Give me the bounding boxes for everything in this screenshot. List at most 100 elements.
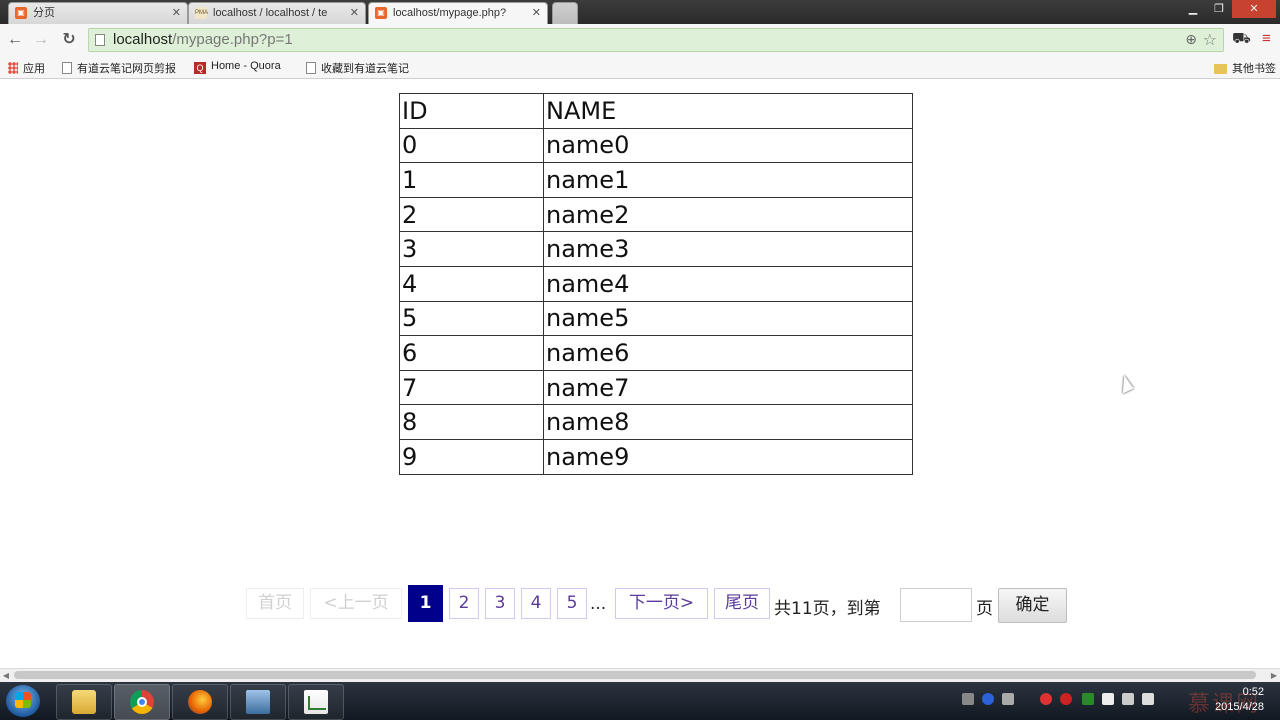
page-link-4[interactable]: 4: [521, 588, 551, 619]
window-controls: ▁ ❐ ✕: [1180, 0, 1276, 18]
extension-icon[interactable]: ⛟: [1232, 30, 1251, 49]
new-tab-button[interactable]: [552, 2, 578, 24]
flag-icon[interactable]: [1102, 693, 1114, 705]
folder-icon: [72, 690, 96, 714]
scrollbar-thumb[interactable]: [14, 671, 1256, 679]
taskbar-remote-desktop[interactable]: [230, 684, 286, 720]
url-text: localhost/mypage.php?p=1: [113, 31, 293, 48]
cell-name: name1: [543, 162, 913, 198]
bookmark-quora[interactable]: Q Home - Quora: [194, 60, 281, 74]
cell-id: 3: [399, 231, 544, 267]
tab-phpmyadmin[interactable]: PMA localhost / localhost / te ✕: [188, 2, 366, 24]
taskbar: 慕课网 0:52 2015/4/28: [0, 682, 1280, 720]
app-tray-icon[interactable]: [1082, 693, 1094, 705]
tab-mypage[interactable]: ▣ localhost/mypage.php? ✕: [368, 2, 548, 24]
cell-id: 1: [399, 162, 544, 198]
address-bar[interactable]: localhost/mypage.php?p=1 ⊕ ☆: [88, 28, 1224, 52]
taskbar-explorer[interactable]: [56, 684, 112, 720]
table-row: 5 name5: [399, 300, 913, 337]
other-bookmarks[interactable]: 其他书签: [1214, 60, 1276, 76]
cell-name: name8: [543, 404, 913, 440]
tab-title: localhost / localhost / te: [213, 7, 328, 19]
volume-icon[interactable]: [1142, 693, 1154, 705]
star-icon[interactable]: ☆: [1203, 30, 1217, 50]
page-icon: [95, 34, 105, 46]
horizontal-scrollbar[interactable]: ◀ ▶: [0, 668, 1280, 682]
chart-icon: [304, 690, 328, 714]
help-icon[interactable]: [982, 693, 994, 705]
scroll-left-icon[interactable]: ◀: [0, 669, 12, 682]
cell-id: 7: [399, 369, 544, 406]
taskbar-firefox[interactable]: [172, 684, 228, 720]
bookmarks-bar: 应用 有道云笔记网页剪报 Q Home - Quora 收藏到有道云笔记 其他书签: [0, 56, 1280, 79]
header-name: NAME: [543, 93, 913, 129]
current-page: 1: [408, 585, 443, 622]
start-button[interactable]: [6, 685, 40, 717]
table-row: 7 name7: [399, 369, 913, 406]
browser-titlebar: ▣ 分页 ✕ PMA localhost / localhost / te ✕ …: [0, 0, 1280, 24]
system-tray: 慕课网 0:52 2015/4/28: [950, 682, 1280, 720]
cell-id: 8: [399, 404, 544, 440]
zoom-icon[interactable]: ⊕: [1185, 31, 1197, 48]
last-page-link[interactable]: 尾页: [714, 588, 770, 619]
pen-icon[interactable]: [1002, 693, 1014, 705]
jump-page-input[interactable]: [900, 588, 972, 622]
cell-name: name4: [543, 265, 913, 302]
record-icon[interactable]: [1040, 693, 1052, 705]
window-close-icon[interactable]: ✕: [1232, 0, 1276, 18]
confirm-button[interactable]: 确定: [998, 588, 1067, 623]
first-page-link: 首页: [246, 588, 304, 619]
table-row: 2 name2: [399, 196, 913, 233]
tab-title: localhost/mypage.php?: [393, 7, 507, 19]
forward-icon[interactable]: →: [30, 29, 52, 51]
pager-ellipsis: ...: [590, 594, 607, 614]
cell-name: name7: [543, 369, 913, 406]
tab-fenye[interactable]: ▣ 分页 ✕: [8, 2, 188, 24]
close-icon[interactable]: ✕: [172, 3, 181, 23]
close-icon[interactable]: ✕: [532, 3, 541, 23]
cell-name: name6: [543, 335, 913, 371]
next-page-link[interactable]: 下一页>: [615, 588, 708, 619]
header-id: ID: [399, 93, 544, 129]
keyboard-icon[interactable]: [962, 693, 974, 705]
apps-grid-icon: [8, 62, 18, 74]
cell-id: 6: [399, 335, 544, 371]
cell-id: 9: [399, 438, 544, 475]
prev-page-link: <上一页: [310, 588, 402, 619]
cell-name: name0: [543, 127, 913, 164]
security-icon[interactable]: [1060, 693, 1072, 705]
page-link-2[interactable]: 2: [449, 588, 479, 619]
bookmark-youdao-save[interactable]: 收藏到有道云笔记: [306, 60, 409, 76]
scroll-right-icon[interactable]: ▶: [1268, 669, 1280, 682]
table-row: 6 name6: [399, 335, 913, 371]
clock-time: 0:52: [1242, 686, 1264, 698]
table-row: 3 name3: [399, 231, 913, 267]
bookmark-youdao-clip[interactable]: 有道云笔记网页剪报: [62, 60, 176, 76]
cell-id: 5: [399, 300, 544, 337]
cell-name: name5: [543, 300, 913, 337]
menu-icon[interactable]: ≡: [1262, 30, 1271, 47]
back-icon[interactable]: ←: [4, 29, 26, 51]
taskbar-chrome[interactable]: [114, 684, 170, 720]
phpmyadmin-icon: PMA: [195, 7, 208, 19]
maximize-icon[interactable]: ❐: [1206, 0, 1232, 18]
chrome-icon: [130, 690, 154, 714]
html-page-icon: ▣: [375, 7, 387, 19]
clock[interactable]: 0:52 2015/4/28: [1215, 685, 1264, 715]
cell-id: 0: [399, 127, 544, 164]
page-icon: [306, 62, 316, 74]
taskbar-chart-app[interactable]: [288, 684, 344, 720]
reload-icon[interactable]: ↻: [58, 29, 80, 51]
html-page-icon: ▣: [15, 7, 27, 19]
page-unit-label: 页: [976, 599, 993, 619]
bookmark-apps[interactable]: 应用: [8, 60, 45, 76]
page-link-5[interactable]: 5: [557, 588, 587, 619]
table-header-row: ID NAME: [399, 93, 913, 129]
clock-date: 2015/4/28: [1215, 701, 1264, 713]
minimize-icon[interactable]: ▁: [1180, 0, 1206, 18]
data-table: ID NAME 0 name0 1 name1 2 name2 3 name3 4 nam…: [399, 93, 913, 475]
network-icon[interactable]: [1122, 693, 1134, 705]
firefox-icon: [188, 690, 212, 714]
close-icon[interactable]: ✕: [350, 3, 359, 23]
page-link-3[interactable]: 3: [485, 588, 515, 619]
